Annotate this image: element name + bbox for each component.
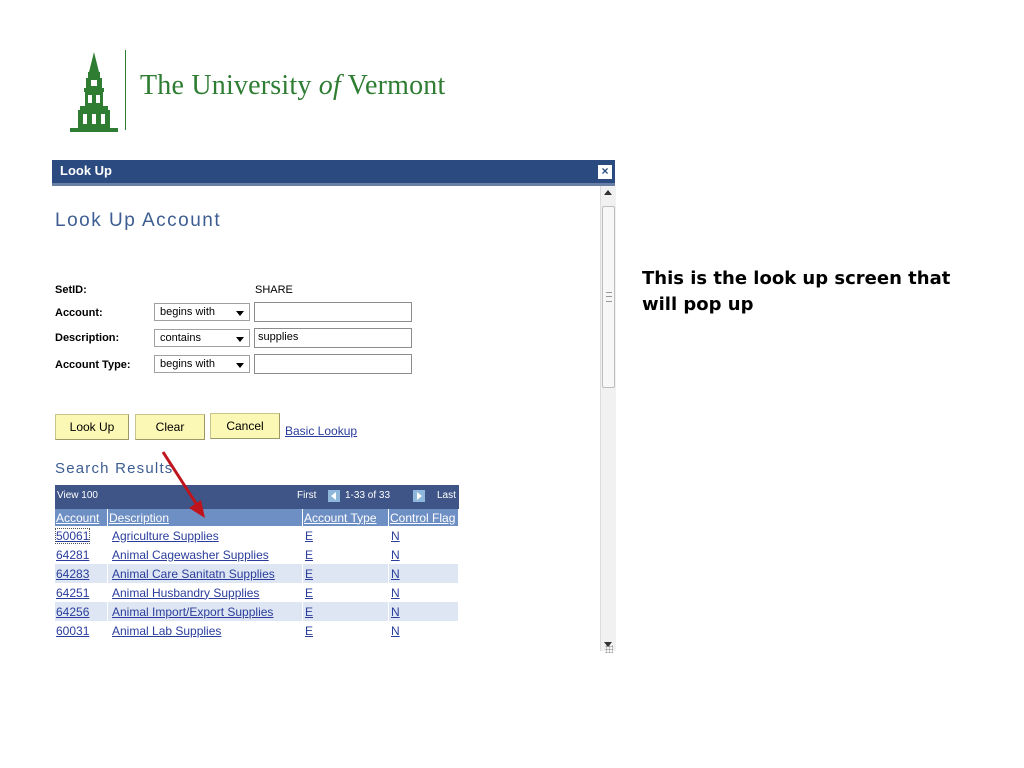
chevron-down-icon <box>236 337 244 342</box>
description-link[interactable]: Animal Care Sanitatn Supplies <box>112 567 275 581</box>
account-link[interactable]: 50061 <box>54 527 91 544</box>
setid-label: SetID: <box>55 284 87 296</box>
university-name: The University of Vermont <box>140 70 446 101</box>
setid-value: SHARE <box>255 284 293 296</box>
account-type-operator-select[interactable]: begins with <box>154 355 250 373</box>
control-flag-link[interactable]: N <box>391 548 400 562</box>
popup-titlebar[interactable]: Look Up × <box>52 160 615 186</box>
column-header-account-type[interactable]: Account Type <box>302 509 389 526</box>
account-type-link[interactable]: E <box>305 605 313 619</box>
account-type-operator-value: begins with <box>160 358 216 370</box>
control-flag-link[interactable]: N <box>391 586 400 600</box>
popup-scrollbar[interactable] <box>600 186 616 651</box>
account-operator-select[interactable]: begins with <box>154 303 250 321</box>
table-row: 64256 Animal Import/Export Supplies E N <box>55 602 459 621</box>
account-type-input[interactable] <box>254 354 412 374</box>
description-link[interactable]: Animal Import/Export Supplies <box>112 605 273 619</box>
grid-navigation-bar: View 100 First 1-33 of 33 Last <box>55 485 459 509</box>
column-header-control-flag[interactable]: Control Flag <box>388 509 459 526</box>
previous-page-icon[interactable] <box>328 490 340 502</box>
clear-button[interactable]: Clear <box>135 414 205 440</box>
logo-divider <box>125 50 126 130</box>
chevron-down-icon <box>236 311 244 316</box>
description-operator-value: contains <box>160 332 201 344</box>
next-page-icon[interactable] <box>413 490 425 502</box>
account-link[interactable]: 64281 <box>56 548 89 562</box>
table-row: 64283 Animal Care Sanitatn Supplies E N <box>55 564 459 583</box>
table-row: 50061 Agriculture Supplies E N <box>54 526 459 545</box>
column-header-account[interactable]: Account <box>55 509 108 526</box>
basic-lookup-link[interactable]: Basic Lookup <box>285 424 357 438</box>
last-page-link[interactable]: Last <box>437 490 456 501</box>
table-row: 64251 Animal Husbandry Supplies E N <box>55 583 459 602</box>
description-link[interactable]: Animal Husbandry Supplies <box>112 586 259 600</box>
view-100-link[interactable]: View 100 <box>57 490 98 501</box>
account-type-link[interactable]: E <box>305 548 313 562</box>
look-up-button[interactable]: Look Up <box>55 414 129 440</box>
table-row: 64281 Animal Cagewasher Supplies E N <box>55 545 459 564</box>
account-type-link[interactable]: E <box>305 586 313 600</box>
account-link[interactable]: 64283 <box>56 567 89 581</box>
account-operator-value: begins with <box>160 306 216 318</box>
account-link[interactable]: 64251 <box>56 586 89 600</box>
description-link[interactable]: Animal Cagewasher Supplies <box>112 548 269 562</box>
description-input[interactable]: supplies <box>254 328 412 348</box>
popup-content: Look Up Account SetID: SHARE Account: be… <box>52 186 600 646</box>
description-label: Description: <box>55 332 120 344</box>
account-type-link[interactable]: E <box>305 567 313 581</box>
table-row: 60031 Animal Lab Supplies E N <box>55 621 459 640</box>
cancel-button[interactable]: Cancel <box>210 413 280 439</box>
close-icon[interactable]: × <box>597 164 613 180</box>
resize-grip-icon[interactable] <box>605 645 613 653</box>
scroll-up-icon[interactable] <box>604 190 612 195</box>
results-grid: View 100 First 1-33 of 33 Last Account D… <box>54 485 459 640</box>
control-flag-link[interactable]: N <box>391 529 400 543</box>
description-link[interactable]: Animal Lab Supplies <box>112 624 221 638</box>
account-type-link[interactable]: E <box>305 624 313 638</box>
first-page-link[interactable]: First <box>297 490 316 501</box>
control-flag-link[interactable]: N <box>391 624 400 638</box>
row-range-text: 1-33 of 33 <box>345 490 391 501</box>
popup-title: Look Up <box>60 163 112 178</box>
description-link[interactable]: Agriculture Supplies <box>112 529 219 543</box>
account-type-link[interactable]: E <box>305 529 313 543</box>
description-operator-select[interactable]: contains <box>154 329 250 347</box>
account-link[interactable]: 64256 <box>56 605 89 619</box>
results-header-row: Account Description Account Type Control… <box>55 509 459 526</box>
account-link[interactable]: 60031 <box>56 624 89 638</box>
slide-caption: This is the look up screen that will pop… <box>642 268 951 315</box>
tower-logo-icon <box>70 52 118 132</box>
annotation-arrow-icon <box>161 451 205 518</box>
account-label: Account: <box>55 307 103 319</box>
grip-icon <box>606 292 612 302</box>
lookup-popup-window: Look Up × Look Up Account SetID: SHARE A… <box>52 160 616 655</box>
control-flag-link[interactable]: N <box>391 567 400 581</box>
scrollbar-thumb[interactable] <box>602 206 615 388</box>
page-title: Look Up Account <box>55 210 222 231</box>
chevron-down-icon <box>236 363 244 368</box>
control-flag-link[interactable]: N <box>391 605 400 619</box>
account-type-label: Account Type: <box>55 359 131 371</box>
account-input[interactable] <box>254 302 412 322</box>
results-table: Account Description Account Type Control… <box>54 509 459 640</box>
university-logo <box>58 50 130 134</box>
